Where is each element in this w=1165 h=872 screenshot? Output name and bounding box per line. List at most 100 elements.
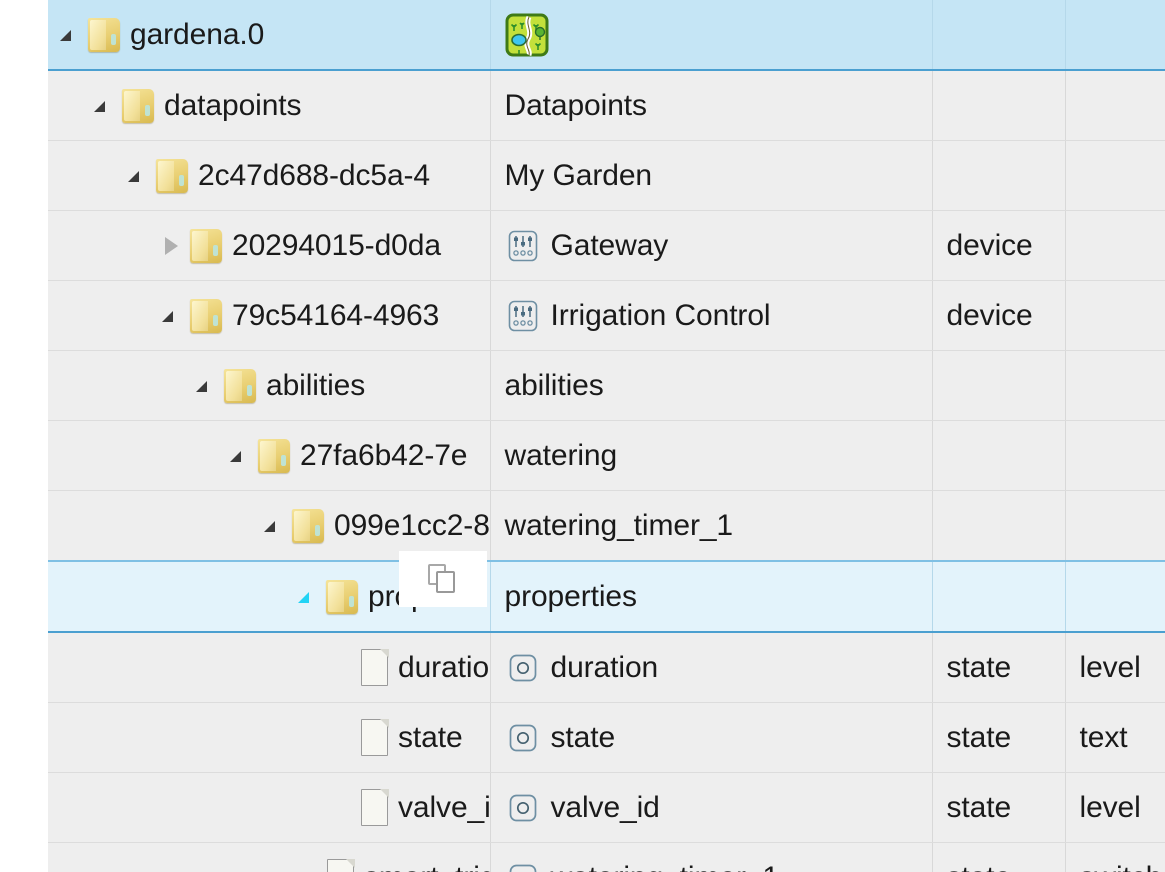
tree-name-cell[interactable]: Irrigation Control — [490, 280, 933, 351]
tree-role-cell[interactable] — [932, 140, 1066, 211]
tree-name-label: Datapoints — [504, 88, 648, 122]
tree-role-cell[interactable]: device — [932, 210, 1066, 281]
table-row[interactable]: 27fa6b42-7e watering — [48, 420, 1165, 491]
table-row[interactable]: 20294015-d0da Gateway device — [48, 210, 1165, 281]
table-row[interactable]: 2c47d688-dc5a-4 My Garden — [48, 140, 1165, 211]
tree-type-cell[interactable] — [1065, 0, 1165, 71]
tree-expander-expanded[interactable] — [124, 161, 154, 191]
folder-icon — [324, 576, 362, 618]
state-circle-icon — [505, 650, 541, 686]
tree-id-label: state — [398, 720, 463, 754]
tree-role-cell[interactable] — [932, 0, 1066, 71]
tree-type-cell[interactable] — [1065, 560, 1165, 633]
tree-role-cell[interactable] — [932, 350, 1066, 421]
device-sliders-icon — [505, 298, 541, 334]
tree-role-label: state — [946, 790, 1012, 824]
tree-expander-expanded[interactable] — [226, 441, 256, 471]
tree-role-cell[interactable]: state — [932, 632, 1066, 703]
tree-id-label: duration — [398, 650, 490, 684]
tree-id-cell[interactable]: abilities — [48, 350, 491, 421]
gardena-logo-icon — [505, 13, 549, 57]
tree-name-cell[interactable]: Datapoints — [490, 70, 933, 141]
tree-id-cell[interactable]: duration — [48, 632, 491, 703]
tree-expander-expanded[interactable] — [260, 511, 290, 541]
tree-name-cell[interactable]: properties — [490, 560, 933, 633]
tree-name-cell[interactable]: Gateway — [490, 210, 933, 281]
tree-expander-expanded[interactable] — [294, 582, 324, 612]
tree-role-cell[interactable] — [932, 490, 1066, 562]
tree-id-cell[interactable]: valve_id — [48, 772, 491, 843]
tree-name-label: properties — [504, 579, 638, 613]
tree-name-cell[interactable]: watering_timer_1 — [490, 842, 933, 872]
tree-role-label: device — [946, 298, 1033, 332]
tree-type-label: level — [1079, 790, 1141, 824]
tree-role-cell[interactable] — [932, 420, 1066, 491]
state-circle-icon — [505, 790, 541, 826]
table-row[interactable]: prop properties — [48, 560, 1165, 633]
tree-role-cell[interactable]: state — [932, 842, 1066, 872]
tree-id-cell[interactable]: 27fa6b42-7e — [48, 420, 491, 491]
tree-type-cell[interactable] — [1065, 420, 1165, 491]
tree-name-cell[interactable]: watering_timer_1 — [490, 490, 933, 562]
tree-expander-expanded[interactable] — [90, 91, 120, 121]
tree-id-label: 79c54164-4963 — [232, 298, 440, 332]
tree-role-cell[interactable]: device — [932, 280, 1066, 351]
tree-id-cell[interactable]: 79c54164-4963 — [48, 280, 491, 351]
table-row[interactable]: duration duration state level — [48, 632, 1165, 703]
table-row[interactable]: abilities abilities — [48, 350, 1165, 421]
table-row[interactable]: valve_id valve_id state level — [48, 772, 1165, 843]
tree-name-label: state — [550, 720, 616, 754]
tree-id-cell[interactable]: state — [48, 702, 491, 773]
tree-expander-collapsed[interactable] — [158, 231, 188, 261]
tree-type-cell[interactable] — [1065, 490, 1165, 562]
tree-role-label: state — [946, 650, 1012, 684]
tree-expander-expanded[interactable] — [158, 301, 188, 331]
table-row[interactable]: 79c54164-4963 Irrigation Control device — [48, 280, 1165, 351]
tree-name-label: Irrigation Control — [550, 298, 771, 332]
tree-id-label: gardena.0 — [130, 17, 265, 51]
tree-expander-expanded[interactable] — [56, 20, 86, 50]
tree-role-cell[interactable] — [932, 70, 1066, 141]
tree-type-cell[interactable] — [1065, 350, 1165, 421]
tree-name-cell[interactable] — [490, 0, 933, 71]
tree-id-label: 099e1cc2-8 — [334, 508, 490, 542]
tree-role-cell[interactable]: state — [932, 772, 1066, 843]
tree-name-cell[interactable]: watering — [490, 420, 933, 491]
tree-name-cell[interactable]: abilities — [490, 350, 933, 421]
tree-type-cell[interactable] — [1065, 70, 1165, 141]
tree-role-label: state — [946, 720, 1012, 754]
tree-id-cell[interactable]: smart_trig — [48, 842, 491, 872]
tree-type-cell[interactable]: level — [1065, 772, 1165, 843]
table-row[interactable]: datapoints Datapoints — [48, 70, 1165, 141]
tree-expander-expanded[interactable] — [192, 371, 222, 401]
tree-name-cell[interactable]: valve_id — [490, 772, 933, 843]
tree-type-cell[interactable]: text — [1065, 702, 1165, 773]
tree-type-cell[interactable] — [1065, 140, 1165, 211]
table-row[interactable]: gardena.0 — [48, 0, 1165, 71]
object-tree-screen: gardena.0 datapoints Datapoints 2c47d688-dc… — [0, 0, 1165, 872]
tree-type-cell[interactable]: switch — [1065, 842, 1165, 872]
document-icon — [358, 787, 392, 829]
tree-id-cell[interactable]: datapoints — [48, 70, 491, 141]
tree-type-cell[interactable] — [1065, 280, 1165, 351]
tree-name-cell[interactable]: duration — [490, 632, 933, 703]
tree-type-cell[interactable]: level — [1065, 632, 1165, 703]
tree-id-cell[interactable]: 20294015-d0da — [48, 210, 491, 281]
copy-button[interactable] — [399, 551, 487, 607]
tree-id-label: valve_id — [398, 790, 489, 824]
tree-expander-spacer — [328, 653, 358, 683]
tree-type-cell[interactable] — [1065, 210, 1165, 281]
table-row[interactable]: state state state text — [48, 702, 1165, 773]
folder-icon — [188, 225, 226, 267]
table-row[interactable]: 099e1cc2-8 watering_timer_1 — [48, 490, 1165, 562]
table-row[interactable]: smart_trig watering_timer_1 state switch — [48, 842, 1165, 872]
tree-role-cell[interactable]: state — [932, 702, 1066, 773]
tree-id-label: abilities — [266, 368, 366, 402]
tree-expander-spacer — [328, 793, 358, 823]
tree-name-cell[interactable]: My Garden — [490, 140, 933, 211]
tree-id-cell[interactable]: 2c47d688-dc5a-4 — [48, 140, 491, 211]
tree-id-cell[interactable]: gardena.0 — [48, 0, 491, 71]
tree-role-cell[interactable] — [932, 560, 1066, 633]
tree-name-cell[interactable]: state — [490, 702, 933, 773]
state-circle-icon — [505, 860, 541, 872]
